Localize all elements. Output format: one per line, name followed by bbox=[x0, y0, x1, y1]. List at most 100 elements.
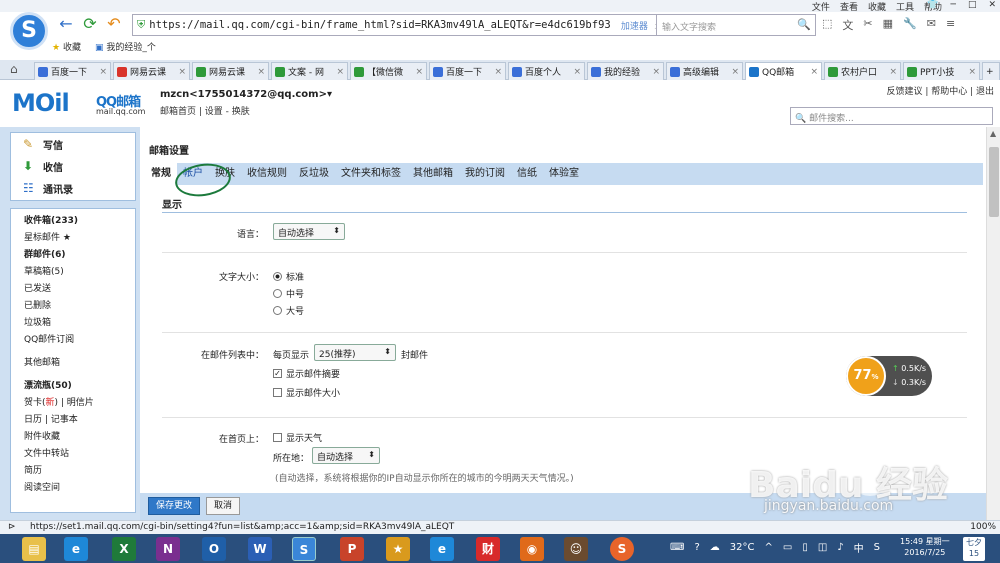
menu-tools[interactable]: 工具 bbox=[896, 0, 914, 13]
app-icon[interactable]: S bbox=[610, 537, 634, 561]
sogou-input-icon[interactable]: S bbox=[874, 542, 880, 553]
tab-filter-rules[interactable]: 收信规则 bbox=[241, 163, 293, 185]
tab-other-mailbox[interactable]: 其他邮箱 bbox=[407, 163, 459, 185]
browser-tab[interactable]: 百度一下 × bbox=[34, 62, 111, 80]
browser-tab[interactable]: 网易云课 × bbox=[113, 62, 190, 80]
onenote-icon[interactable]: N bbox=[156, 537, 180, 561]
tab-close-icon[interactable]: × bbox=[257, 67, 265, 77]
fontsize-standard-radio[interactable]: 标准 bbox=[273, 270, 304, 283]
tab-close-icon[interactable]: × bbox=[99, 67, 107, 77]
qq-mail-logo[interactable]: MOil QQ邮箱 mail.qq.com bbox=[12, 89, 145, 117]
excel-icon[interactable]: X bbox=[112, 537, 136, 561]
chevron-up-icon[interactable]: ^ bbox=[764, 542, 772, 553]
network-speed-widget[interactable]: 77% ↑ 0.5K/s ↓ 0.3K/s bbox=[846, 356, 932, 396]
tab-stationery[interactable]: 信纸 bbox=[511, 163, 543, 185]
monitor-icon[interactable]: ▭ bbox=[783, 542, 792, 553]
browser-tab[interactable]: PPT小技 × bbox=[903, 62, 980, 80]
word-icon[interactable]: W bbox=[248, 537, 272, 561]
tab-subscriptions[interactable]: 我的订阅 bbox=[459, 163, 511, 185]
tab-lab[interactable]: 体验室 bbox=[543, 163, 585, 185]
tab-close-icon[interactable]: × bbox=[178, 67, 186, 77]
wrench-icon[interactable]: 🔧 bbox=[903, 17, 917, 33]
browser-tab[interactable]: 农村户口 × bbox=[824, 62, 901, 80]
browser-tab[interactable]: 网易云课 × bbox=[192, 62, 269, 80]
address-url[interactable]: https://mail.qq.com/cgi-bin/frame_html?s… bbox=[149, 19, 617, 31]
menu-icon[interactable]: ≡ bbox=[946, 17, 955, 33]
network-icon[interactable]: ◫ bbox=[818, 542, 827, 553]
new-tab-icon[interactable]: + bbox=[982, 62, 1000, 80]
keyboard-icon[interactable]: ⌨ bbox=[670, 542, 684, 553]
fontsize-medium-radio[interactable]: 中号 bbox=[273, 287, 304, 300]
folder-sent[interactable]: 已发送 bbox=[24, 281, 135, 298]
page-scrollbar[interactable]: ▲ bbox=[986, 127, 1000, 520]
tab-close-icon[interactable]: × bbox=[573, 67, 581, 77]
battery-icon[interactable]: ▯ bbox=[802, 542, 808, 553]
fav-item-experience[interactable]: ▣ 我的经验_个 bbox=[95, 40, 156, 54]
folder-reading[interactable]: 阅读空间 bbox=[24, 480, 135, 497]
browser-tab[interactable]: 我的经验 × bbox=[587, 62, 664, 80]
browser-tab[interactable]: 高级编辑 × bbox=[666, 62, 743, 80]
search-icon[interactable]: 🔍 bbox=[797, 18, 811, 31]
sogou-browser-taskbar-icon[interactable]: S bbox=[292, 537, 316, 561]
tab-close-icon[interactable]: × bbox=[494, 67, 502, 77]
browser-tab[interactable]: 百度个人 × bbox=[508, 62, 585, 80]
app-icon[interactable]: ★ bbox=[386, 537, 410, 561]
weather-cloud-icon[interactable]: ☁ bbox=[710, 542, 720, 553]
game-icon[interactable]: ◉ bbox=[520, 537, 544, 561]
browser-tab[interactable]: 【微信微 × bbox=[350, 62, 427, 80]
user-links[interactable]: 邮箱首页 | 设置 - 换肤 bbox=[160, 104, 332, 117]
powerpoint-icon[interactable]: P bbox=[340, 537, 364, 561]
folder-subscribe[interactable]: QQ邮件订阅 bbox=[24, 332, 135, 349]
folder-cards[interactable]: 贺卡(新) | 明信片 bbox=[24, 395, 135, 412]
folder-file-transfer[interactable]: 文件中转站 bbox=[24, 446, 135, 463]
refresh-icon[interactable]: ⟳ bbox=[80, 14, 100, 33]
show-weather-checkbox[interactable]: 显示天气 bbox=[273, 431, 322, 444]
folder-calendar[interactable]: 日历 | 记事本 bbox=[24, 412, 135, 429]
save-button[interactable]: 保存更改 bbox=[148, 497, 200, 515]
fontsize-large-radio[interactable]: 大号 bbox=[273, 304, 304, 317]
minimize-icon[interactable]: ─ bbox=[951, 0, 956, 10]
tab-close-icon[interactable]: × bbox=[415, 67, 423, 77]
internet-explorer-icon[interactable]: e bbox=[64, 537, 88, 561]
extension-icon[interactable]: ⬚ bbox=[822, 17, 832, 33]
cancel-button[interactable]: 取消 bbox=[206, 497, 240, 515]
file-explorer-icon[interactable]: ▤ bbox=[22, 537, 46, 561]
folder-group[interactable]: 群邮件(6) bbox=[24, 247, 135, 264]
browser-search-input[interactable]: 输入文字搜索 🔍 bbox=[656, 14, 816, 36]
folder-spam[interactable]: 垃圾箱 bbox=[24, 315, 135, 332]
help-icon[interactable]: ? bbox=[694, 542, 699, 553]
grid-icon[interactable]: ▦ bbox=[883, 17, 893, 33]
language-select[interactable]: 自动选择 ⬍ bbox=[273, 223, 345, 240]
internet-explorer-icon[interactable]: e bbox=[430, 537, 454, 561]
volume-icon[interactable]: ♪ bbox=[837, 542, 843, 553]
home-icon[interactable]: ⌂ bbox=[10, 62, 18, 76]
tab-close-icon[interactable]: × bbox=[810, 67, 818, 77]
scroll-up-icon[interactable]: ▲ bbox=[990, 129, 996, 138]
compose-button[interactable]: ✎ 写信 bbox=[11, 133, 135, 155]
zoom-level[interactable]: 100% bbox=[970, 522, 996, 532]
folder-resume[interactable]: 简历 bbox=[24, 463, 135, 480]
back-icon[interactable]: ← bbox=[56, 14, 76, 33]
folder-inbox[interactable]: 收件箱(233) bbox=[24, 213, 135, 230]
location-select[interactable]: 自动选择 ⬍ bbox=[312, 447, 380, 464]
tab-close-icon[interactable]: × bbox=[731, 67, 739, 77]
user-account[interactable]: mzcn<1755014372@qq.com>▾ bbox=[160, 89, 332, 100]
folder-other-mailbox[interactable]: 其他邮箱 bbox=[24, 355, 135, 372]
close-icon[interactable]: ✕ bbox=[988, 0, 996, 10]
tab-close-icon[interactable]: × bbox=[652, 67, 660, 77]
show-summary-checkbox[interactable]: ✓ 显示邮件摘要 bbox=[273, 367, 340, 380]
outlook-icon[interactable]: O bbox=[202, 537, 226, 561]
browser-tab[interactable]: 文案 - 网 × bbox=[271, 62, 348, 80]
address-bar[interactable]: ⛨ https://mail.qq.com/cgi-bin/frame_html… bbox=[132, 14, 700, 36]
tab-close-icon[interactable]: × bbox=[968, 67, 976, 77]
folder-deleted[interactable]: 已删除 bbox=[24, 298, 135, 315]
top-links[interactable]: 反馈建议 | 帮助中心 | 退出 bbox=[886, 84, 994, 97]
per-page-select[interactable]: 25(推荐) ⬍ bbox=[314, 344, 396, 361]
tab-folders-labels[interactable]: 文件夹和标签 bbox=[335, 163, 407, 185]
folder-attachments[interactable]: 附件收藏 bbox=[24, 429, 135, 446]
folder-drift-bottle[interactable]: 漂流瓶(50) bbox=[24, 378, 135, 395]
accelerator-button[interactable]: 加速器 bbox=[621, 19, 648, 32]
photo-icon[interactable]: ☺ bbox=[564, 537, 588, 561]
folder-drafts[interactable]: 草稿箱(5) bbox=[24, 264, 135, 281]
contacts-button[interactable]: ☷ 通讯录 bbox=[11, 177, 135, 199]
